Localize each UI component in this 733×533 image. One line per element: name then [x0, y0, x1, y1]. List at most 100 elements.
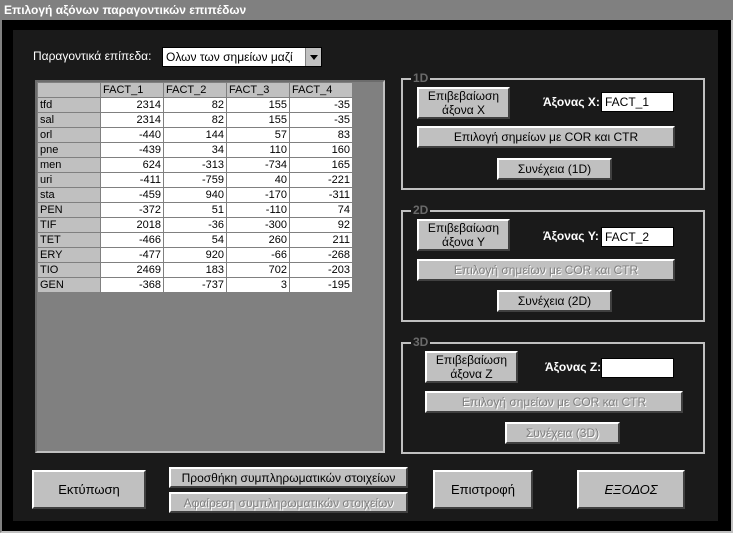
- confirm-x-button[interactable]: Επιβεβαίωση άξονα X: [417, 87, 510, 119]
- exit-button[interactable]: ΕΞΟΔΟΣ: [577, 470, 685, 509]
- axis-y-field[interactable]: FACT_2: [601, 227, 674, 247]
- remove-extra-button[interactable]: Αφαίρεση συμπληρωματικών στοιχείων: [169, 492, 408, 513]
- column-header[interactable]: FACT_2: [163, 82, 227, 98]
- table-cell[interactable]: 155: [226, 112, 290, 128]
- table-cell[interactable]: 160: [289, 142, 353, 158]
- row-header[interactable]: PEN: [37, 202, 101, 218]
- continue-2d-button[interactable]: Συνέχεια (2D): [497, 290, 612, 312]
- table-cell[interactable]: 74: [289, 202, 353, 218]
- table-cell[interactable]: 624: [100, 157, 164, 173]
- table-cell[interactable]: 54: [163, 232, 227, 248]
- table-cell[interactable]: 2469: [100, 262, 164, 278]
- table-cell[interactable]: 144: [163, 127, 227, 143]
- axis-x-field[interactable]: FACT_1: [601, 92, 674, 112]
- table-cell[interactable]: -439: [100, 142, 164, 158]
- table-cell[interactable]: -759: [163, 172, 227, 188]
- select-points-2d-button[interactable]: Επιλογή σημείων με COR και CTR: [417, 259, 675, 281]
- table-cell[interactable]: -411: [100, 172, 164, 188]
- table-row[interactable]: TET -466 54 260 211: [37, 232, 353, 248]
- row-header[interactable]: orl: [37, 127, 101, 143]
- table-cell[interactable]: -36: [163, 217, 227, 233]
- table-cell[interactable]: 2018: [100, 217, 164, 233]
- row-header[interactable]: uri: [37, 172, 101, 188]
- table-cell[interactable]: -313: [163, 157, 227, 173]
- table-cell[interactable]: 2314: [100, 112, 164, 128]
- table-cell[interactable]: 51: [163, 202, 227, 218]
- table-cell[interactable]: -66: [226, 247, 290, 263]
- row-header[interactable]: tfd: [37, 97, 101, 113]
- table-cell[interactable]: 40: [226, 172, 290, 188]
- table-row[interactable]: TIF 2018 -36 -300 92: [37, 217, 353, 233]
- confirm-z-button[interactable]: Επιβεβαίωση άξονα Z: [425, 351, 518, 383]
- select-points-1d-button[interactable]: Επιλογή σημείων με COR και CTR: [417, 126, 675, 148]
- table-cell[interactable]: 702: [226, 262, 290, 278]
- row-header[interactable]: TIO: [37, 262, 101, 278]
- print-button[interactable]: Εκτύπωση: [32, 470, 146, 509]
- table-row[interactable]: uri -411 -759 40 -221: [37, 172, 353, 188]
- row-header[interactable]: TIF: [37, 217, 101, 233]
- column-header[interactable]: FACT_1: [100, 82, 164, 98]
- table-cell[interactable]: -368: [100, 277, 164, 293]
- table-cell[interactable]: -311: [289, 187, 353, 203]
- back-button[interactable]: Επιστροφή: [433, 470, 533, 509]
- row-header[interactable]: pne: [37, 142, 101, 158]
- table-cell[interactable]: 155: [226, 97, 290, 113]
- table-cell[interactable]: -734: [226, 157, 290, 173]
- row-header[interactable]: men: [37, 157, 101, 173]
- continue-1d-button[interactable]: Συνέχεια (1D): [497, 158, 612, 180]
- table-row[interactable]: PEN -372 51 -110 74: [37, 202, 353, 218]
- column-header[interactable]: FACT_3: [226, 82, 290, 98]
- table-cell[interactable]: 92: [289, 217, 353, 233]
- select-points-3d-button[interactable]: Επιλογή σημείων με COR και CTR: [425, 391, 683, 413]
- add-extra-button[interactable]: Προσθήκη συμπληρωματικών στοιχείων: [169, 467, 408, 488]
- table-row[interactable]: sal 2314 82 155 -35: [37, 112, 353, 128]
- table-cell[interactable]: 165: [289, 157, 353, 173]
- table-cell[interactable]: 211: [289, 232, 353, 248]
- table-cell[interactable]: 2314: [100, 97, 164, 113]
- column-header[interactable]: FACT_4: [289, 82, 353, 98]
- table-cell[interactable]: 940: [163, 187, 227, 203]
- table-cell[interactable]: 83: [289, 127, 353, 143]
- table-row[interactable]: GEN -368 -737 3 -195: [37, 277, 353, 293]
- table-cell[interactable]: -372: [100, 202, 164, 218]
- row-header[interactable]: sal: [37, 112, 101, 128]
- row-header[interactable]: sta: [37, 187, 101, 203]
- table-row[interactable]: men 624 -313 -734 165: [37, 157, 353, 173]
- table-cell[interactable]: 82: [163, 112, 227, 128]
- table-cell[interactable]: 920: [163, 247, 227, 263]
- table-cell[interactable]: -477: [100, 247, 164, 263]
- row-header[interactable]: GEN: [37, 277, 101, 293]
- table-cell[interactable]: -221: [289, 172, 353, 188]
- table-row[interactable]: orl -440 144 57 83: [37, 127, 353, 143]
- table-row[interactable]: sta -459 940 -170 -311: [37, 187, 353, 203]
- table-row[interactable]: tfd 2314 82 155 -35: [37, 97, 353, 113]
- table-cell[interactable]: -170: [226, 187, 290, 203]
- table-row[interactable]: pne -439 34 110 160: [37, 142, 353, 158]
- table-cell[interactable]: 82: [163, 97, 227, 113]
- table-cell[interactable]: -35: [289, 112, 353, 128]
- table-cell[interactable]: -195: [289, 277, 353, 293]
- table-cell[interactable]: -35: [289, 97, 353, 113]
- table-row[interactable]: ERY -477 920 -66 -268: [37, 247, 353, 263]
- table-cell[interactable]: -466: [100, 232, 164, 248]
- table-cell[interactable]: 34: [163, 142, 227, 158]
- table-cell[interactable]: 3: [226, 277, 290, 293]
- table-cell[interactable]: -440: [100, 127, 164, 143]
- factor-levels-select[interactable]: Ολων των σημείων μαζί: [162, 47, 322, 67]
- axis-z-field[interactable]: [601, 358, 674, 378]
- continue-3d-button[interactable]: Συνέχεια (3D): [505, 422, 620, 444]
- table-cell[interactable]: -203: [289, 262, 353, 278]
- confirm-y-button[interactable]: Επιβεβαίωση άξονα Y: [417, 219, 510, 251]
- table-row[interactable]: TIO 2469 183 702 -203: [37, 262, 353, 278]
- table-cell[interactable]: -110: [226, 202, 290, 218]
- table-cell[interactable]: 110: [226, 142, 290, 158]
- table-cell[interactable]: -737: [163, 277, 227, 293]
- factors-grid[interactable]: FACT_1 FACT_2 FACT_3 FACT_4 tfd 2314 82 155 -35…: [35, 80, 385, 453]
- row-header[interactable]: TET: [37, 232, 101, 248]
- chevron-down-icon[interactable]: [305, 48, 321, 66]
- table-cell[interactable]: 57: [226, 127, 290, 143]
- table-cell[interactable]: -268: [289, 247, 353, 263]
- table-cell[interactable]: -300: [226, 217, 290, 233]
- row-header[interactable]: ERY: [37, 247, 101, 263]
- table-cell[interactable]: 183: [163, 262, 227, 278]
